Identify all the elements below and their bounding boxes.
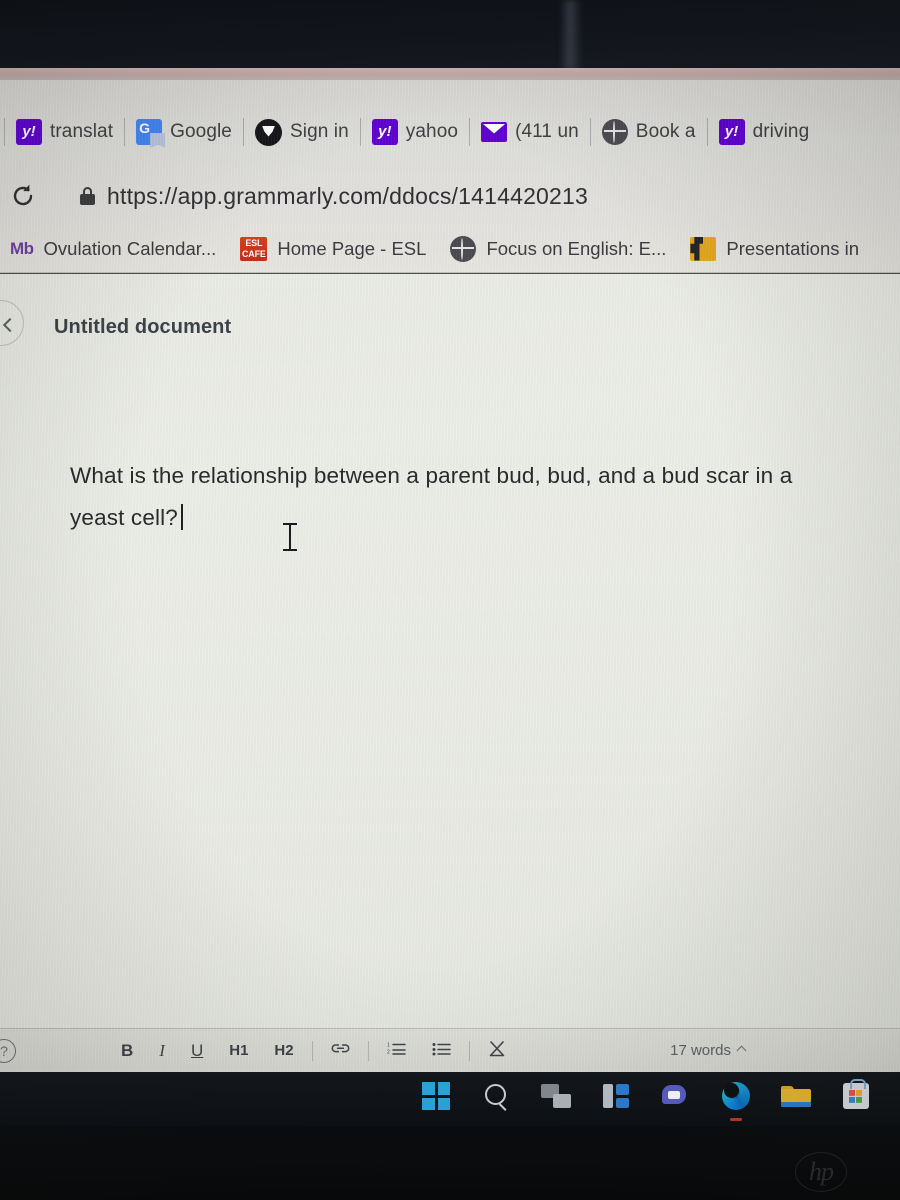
favorite-label: driving <box>752 121 810 142</box>
help-icon[interactable]: ? <box>0 1039 16 1063</box>
document-line: What is the relationship between a paren… <box>70 463 793 488</box>
italic-button[interactable]: I <box>146 1041 178 1061</box>
bookmark-label: Focus on English: E... <box>486 237 667 259</box>
presentation-icon <box>690 236 717 261</box>
grammarly-editor <box>0 274 900 1028</box>
clear-formatting-icon[interactable] <box>475 1040 519 1062</box>
search-icon[interactable] <box>478 1078 514 1114</box>
microsoft-edge-icon[interactable] <box>712 1073 758 1121</box>
link-icon[interactable] <box>318 1041 363 1061</box>
favorite-item-google[interactable]: Google <box>125 112 243 152</box>
lock-icon <box>80 187 95 205</box>
bookmark-item-presentations[interactable]: Presentations in <box>690 236 883 261</box>
heading1-button[interactable]: H1 <box>216 1042 261 1059</box>
text-caret <box>180 504 183 530</box>
file-explorer-icon[interactable] <box>778 1078 814 1114</box>
document-header: Untitled document <box>0 298 900 356</box>
word-count[interactable]: 17 words <box>670 1042 747 1059</box>
favorite-item-mail[interactable]: (411 un <box>470 112 590 152</box>
bookmark-label: Ovulation Calendar... <box>43 237 217 259</box>
favorite-item-driving[interactable]: y! driving <box>708 112 821 152</box>
document-line: yeast cell? <box>70 505 178 530</box>
url-text[interactable]: https://app.grammarly.com/ddocs/14144202… <box>107 183 588 210</box>
word-count-label: 17 words <box>670 1042 731 1059</box>
chevron-up-icon <box>736 1045 747 1056</box>
bookmark-item-esl-home-page[interactable]: ESL CAFE Home Page - ESL <box>240 236 450 261</box>
svg-text:1: 1 <box>387 1042 390 1048</box>
brave-shield-icon <box>254 118 282 146</box>
favorites-bar[interactable]: y! translat Google Sign in y! yahoo (411… <box>0 104 900 160</box>
esl-cafe-icon: ESL CAFE <box>240 236 268 261</box>
taskbar-icons[interactable] <box>418 1073 874 1121</box>
address-bar[interactable]: https://app.grammarly.com/ddocs/14144202… <box>0 168 900 224</box>
favorite-item-translate[interactable]: y! translat <box>5 112 124 152</box>
screen-glare <box>560 0 582 70</box>
mb-icon: Mb <box>10 238 34 258</box>
google-translate-icon <box>136 119 163 145</box>
teams-chat-icon[interactable] <box>658 1078 694 1114</box>
bottom-screen-bezel <box>0 1126 900 1200</box>
favorite-item-book[interactable]: Book a <box>591 112 707 152</box>
mouse-ibeam-cursor <box>283 522 297 552</box>
document-title[interactable]: Untitled document <box>54 316 231 339</box>
bookmark-item-ovulation-calendar[interactable]: Mb Ovulation Calendar... <box>10 238 240 260</box>
globe-icon <box>450 235 477 262</box>
laptop-screen-photo: y! translat Google Sign in y! yahoo (411… <box>0 0 900 1200</box>
active-app-indicator <box>730 1118 742 1121</box>
yahoo-icon: y! <box>371 119 398 145</box>
bookmark-item-focus-on-english[interactable]: Focus on English: E... <box>450 235 690 262</box>
bookmarks-bar[interactable]: Mb Ovulation Calendar... ESL CAFE Home Pa… <box>0 224 900 273</box>
microsoft-store-icon[interactable] <box>838 1078 874 1114</box>
document-text-area[interactable]: What is the relationship between a paren… <box>70 455 870 539</box>
favorite-item-sign-in[interactable]: Sign in <box>244 112 360 152</box>
heading2-button[interactable]: H2 <box>261 1042 306 1059</box>
favorite-item-yahoo[interactable]: y! yahoo <box>361 112 469 152</box>
favorite-label: Book a <box>635 121 696 142</box>
bold-button[interactable]: B <box>108 1041 146 1061</box>
favorite-label: yahoo <box>405 121 459 142</box>
divider <box>468 1040 470 1061</box>
favorite-label: (411 un <box>515 121 579 142</box>
document-line-with-caret: yeast cell? <box>70 497 870 539</box>
windows-start-icon[interactable] <box>418 1078 454 1114</box>
bookmark-label: Home Page - ESL <box>277 237 427 259</box>
yahoo-icon: y! <box>16 119 42 145</box>
bullet-list-icon[interactable] <box>419 1041 464 1061</box>
divider <box>311 1040 313 1061</box>
task-view-icon[interactable] <box>538 1078 574 1114</box>
bookmark-label: Presentations in <box>726 237 860 259</box>
formatting-toolbar[interactable]: ? B I U H1 H2 1 2 17 words <box>0 1028 900 1072</box>
globe-icon <box>601 119 628 145</box>
favorite-label: translat <box>50 121 114 142</box>
numbered-list-icon[interactable]: 1 2 <box>374 1041 419 1061</box>
divider <box>367 1040 369 1061</box>
widgets-icon[interactable] <box>598 1078 634 1114</box>
yahoo-icon: y! <box>718 119 745 145</box>
favorite-label: Sign in <box>289 121 349 142</box>
favorite-label: Google <box>170 121 232 142</box>
reload-icon[interactable] <box>6 179 40 213</box>
top-screen-bezel <box>0 0 900 70</box>
underline-button[interactable]: U <box>178 1041 216 1061</box>
svg-text:2: 2 <box>387 1049 390 1055</box>
hp-logo: hp <box>795 1152 847 1192</box>
mail-icon <box>481 122 508 142</box>
